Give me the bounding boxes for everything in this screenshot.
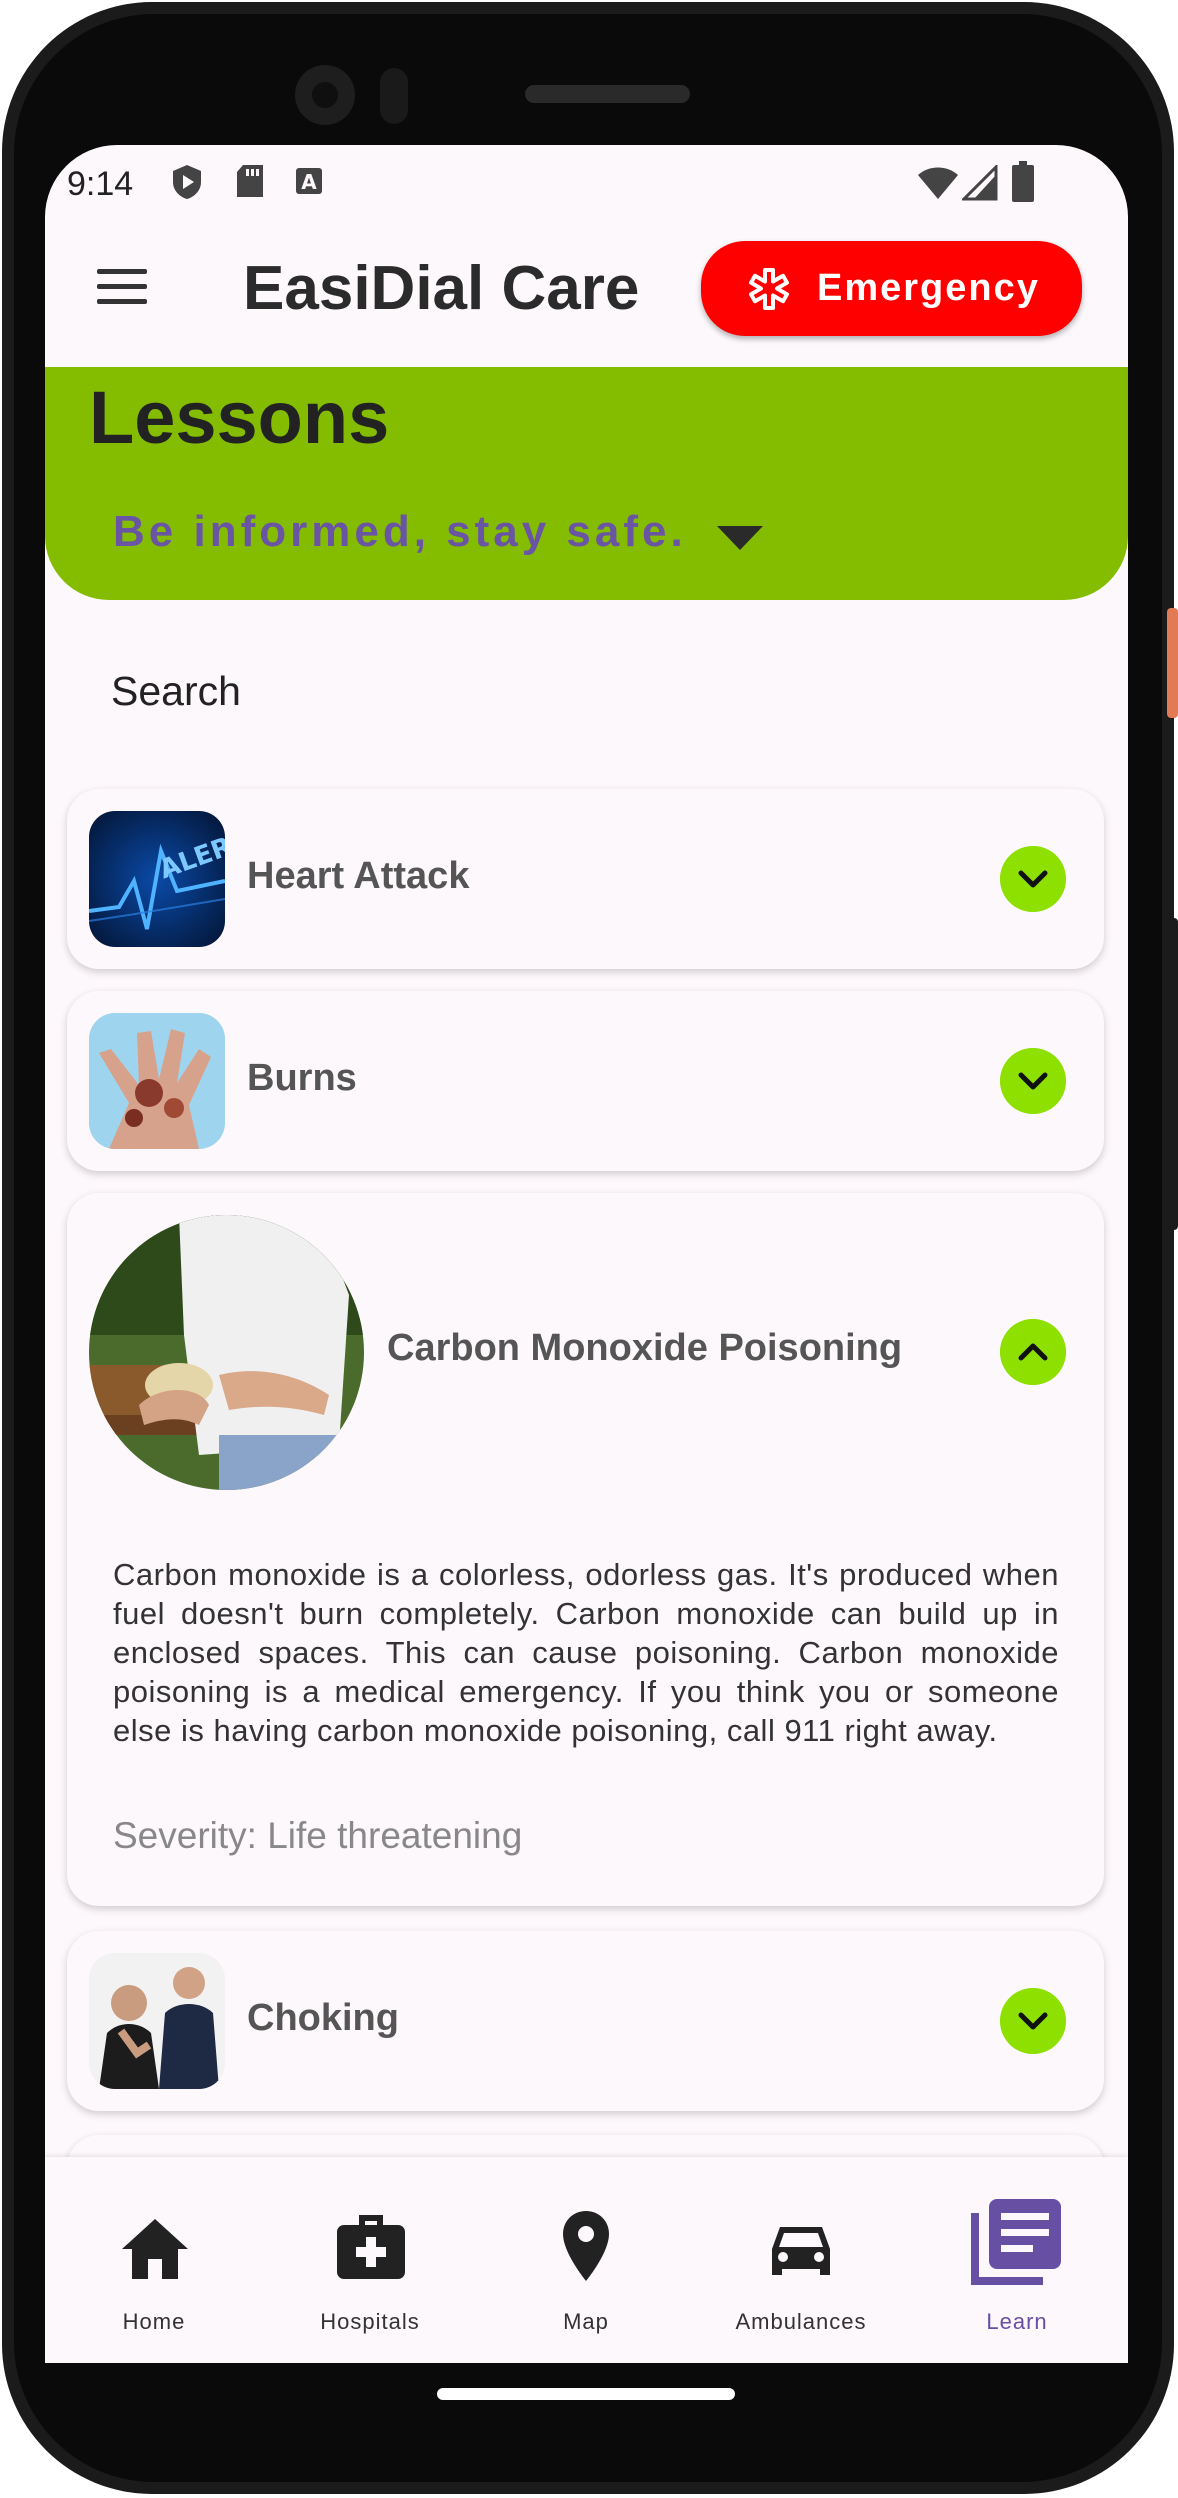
lesson-severity: Severity: Life threatening	[113, 1815, 523, 1856]
search-placeholder: Search	[111, 668, 241, 714]
nav-hospitals[interactable]: Hospitals	[290, 2157, 450, 2363]
bottom-nav: Home Hospitals Map Ambulances Learn	[45, 2157, 1128, 2363]
svg-text:A: A	[301, 170, 317, 194]
lesson-card-choking[interactable]: Choking	[67, 1931, 1104, 2111]
nav-map[interactable]: Map	[506, 2157, 666, 2363]
emergency-label: Emergency	[817, 267, 1040, 309]
lesson-title: Carbon Monoxide Poisoning	[387, 1327, 903, 1369]
nav-label: Ambulances	[735, 2309, 867, 2334]
medical-star-icon	[749, 267, 789, 310]
search-input[interactable]: Search	[65, 630, 1105, 750]
nav-label: Home	[122, 2309, 186, 2334]
chevron-up-icon[interactable]	[1000, 1319, 1066, 1385]
alert-pulse-image: ALER	[89, 811, 225, 947]
choking-people-image	[89, 1953, 225, 2089]
nav-label: Learn	[986, 2309, 1048, 2334]
map-pin-icon	[563, 2211, 609, 2281]
emergency-button[interactable]: Emergency	[701, 241, 1082, 336]
signal-icon	[962, 165, 998, 201]
car-icon	[772, 2227, 830, 2275]
chevron-down-icon[interactable]	[1000, 846, 1066, 912]
burned-hand-image	[89, 1013, 225, 1149]
woman-eating-image	[89, 1215, 364, 1490]
lesson-card-heart-attack[interactable]: ALER Heart Attack	[67, 789, 1104, 969]
wifi-icon	[918, 167, 958, 199]
nav-label: Hospitals	[320, 2309, 420, 2334]
page-title: Lessons	[89, 376, 390, 459]
chevron-down-icon[interactable]	[1000, 1048, 1066, 1114]
lesson-title: Choking	[247, 1997, 399, 2039]
status-time: 9:14	[67, 165, 134, 203]
nav-learn[interactable]: Learn	[937, 2157, 1097, 2363]
nav-ambulances[interactable]: Ambulances	[721, 2157, 881, 2363]
lesson-title: Burns	[247, 1057, 357, 1099]
lessons-header: Lessons Be informed, stay safe.	[45, 367, 1128, 600]
lesson-card-burns[interactable]: Burns	[67, 991, 1104, 1171]
shield-icon	[173, 165, 201, 199]
hamburger-menu-icon[interactable]	[97, 267, 147, 305]
sd-card-icon	[237, 165, 263, 197]
medical-kit-icon	[337, 2215, 405, 2279]
chevron-down-icon[interactable]	[1000, 1988, 1066, 2054]
nav-home[interactable]: Home	[74, 2157, 234, 2363]
dropdown-arrow-icon[interactable]	[715, 524, 765, 552]
lesson-title: Heart Attack	[247, 855, 470, 897]
lesson-description: Carbon monoxide is a colorless, odorless…	[113, 1557, 1059, 1748]
lesson-card-carbon-monoxide[interactable]: Carbon Monoxide Poisoning Carbon monoxid…	[67, 1193, 1104, 1906]
battery-icon	[1012, 161, 1034, 202]
nav-label: Map	[563, 2309, 609, 2334]
text-a-icon: A	[296, 168, 322, 194]
article-icon	[971, 2199, 1061, 2285]
app-screen: 9:14 A EasiDial Care Emergency Lessons B…	[45, 145, 1128, 2363]
home-icon	[122, 2219, 188, 2279]
app-title: EasiDial Care	[243, 254, 640, 323]
page-subtitle: Be informed, stay safe.	[113, 507, 687, 556]
